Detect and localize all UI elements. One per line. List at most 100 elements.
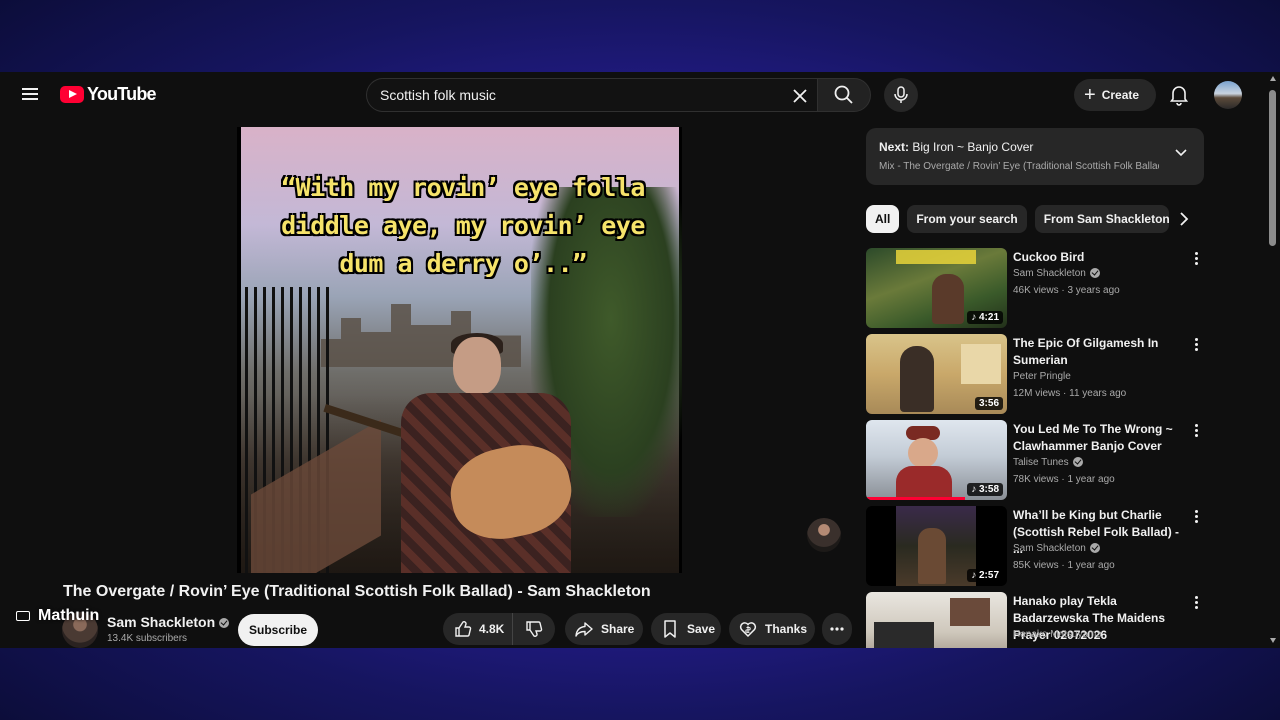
duration-text: 2:57 bbox=[978, 570, 999, 581]
tv-icon bbox=[16, 611, 30, 621]
recommendation-meta: 46K views · 3 years ago bbox=[1013, 285, 1120, 296]
recommendation-meta: 12M views · 11 years ago bbox=[1013, 388, 1127, 399]
overlay-name: Mathuin bbox=[38, 607, 100, 624]
verified-badge-icon bbox=[1089, 268, 1100, 279]
recommendation-item[interactable]: ♪ 2:57 Wha’ll be King but Charlie (Scott… bbox=[866, 506, 1206, 586]
create-button[interactable]: + Create bbox=[1074, 79, 1156, 111]
like-count: 4.8K bbox=[479, 622, 505, 636]
recommendation-meta: 85K views · 1 year ago bbox=[1013, 560, 1115, 571]
verified-badge-icon bbox=[219, 618, 230, 629]
channel-watermark-avatar[interactable] bbox=[807, 518, 841, 552]
scrollbar-thumb[interactable] bbox=[1269, 90, 1276, 246]
recommendation-channel: Sam Shackleton bbox=[1013, 543, 1100, 554]
recommendation-item[interactable]: ♪ 3:58 You Led Me To The Wrong ~ Clawham… bbox=[866, 420, 1206, 500]
duration-badge: ♪ 3:58 bbox=[967, 483, 1003, 496]
create-label: Create bbox=[1101, 88, 1140, 102]
performer-head bbox=[453, 337, 501, 395]
video-title: The Overgate / Rovin’ Eye (Traditional S… bbox=[63, 583, 651, 600]
logo-text: YouTube bbox=[87, 84, 157, 104]
bookmark-icon bbox=[664, 620, 676, 638]
plus-icon: + bbox=[1084, 84, 1096, 106]
save-button[interactable]: Save bbox=[651, 613, 721, 645]
verified-badge-icon bbox=[1072, 457, 1083, 468]
lyrics-caption: “With my rovin’ eye folla diddle aye, my… bbox=[281, 173, 645, 278]
recommendation-item[interactable]: ♪ 4:21 Cuckoo Bird Sam Shackleton 46K vi… bbox=[866, 248, 1206, 328]
like-button[interactable]: 4.8K bbox=[443, 613, 513, 645]
subscribe-button[interactable]: Subscribe bbox=[238, 614, 318, 646]
voice-search-button[interactable] bbox=[884, 78, 918, 112]
menu-icon[interactable] bbox=[18, 83, 42, 107]
thanks-label: Thanks bbox=[765, 622, 808, 636]
up-next-panel[interactable]: Next: Big Iron ~ Banjo Cover Mix - The O… bbox=[866, 128, 1204, 185]
notifications-bell-icon[interactable] bbox=[1166, 82, 1192, 108]
search-button[interactable] bbox=[817, 78, 871, 112]
chip-all[interactable]: All bbox=[866, 205, 900, 233]
youtube-logo[interactable]: YouTube bbox=[60, 84, 157, 105]
thumbs-down-icon bbox=[526, 621, 543, 637]
vertical-dots-icon[interactable] bbox=[1191, 250, 1201, 270]
duration-badge: ♪ 4:21 bbox=[967, 311, 1003, 324]
duration-text: 3:56 bbox=[978, 398, 999, 409]
recommendation-item[interactable]: 3:56 The Epic Of Gilgamesh In Sumerian P… bbox=[866, 334, 1206, 414]
chip-from-channel[interactable]: From Sam Shackleton bbox=[1034, 205, 1169, 233]
filter-chips: All From your search From Sam Shackleton bbox=[866, 205, 1177, 233]
thumbnail-figure bbox=[896, 466, 952, 500]
duration-badge: ♪ 2:57 bbox=[967, 569, 1003, 582]
scroll-up-arrow-icon[interactable] bbox=[1270, 76, 1276, 81]
recommendation-channel: Sam Shackleton bbox=[1013, 268, 1100, 279]
vertical-dots-icon[interactable] bbox=[1191, 422, 1201, 442]
scroll-down-arrow-icon[interactable] bbox=[1270, 638, 1276, 643]
recommendation-channel: Peter Pringle bbox=[1013, 371, 1071, 382]
thumbnail-wall bbox=[961, 344, 1001, 384]
save-label: Save bbox=[687, 622, 716, 636]
video-thumbnail: 3:56 bbox=[866, 334, 1007, 414]
scrollbar[interactable] bbox=[1266, 72, 1280, 648]
more-actions-button[interactable] bbox=[822, 613, 852, 645]
search-input[interactable] bbox=[367, 87, 777, 103]
thumbnail-figure bbox=[918, 528, 946, 584]
youtube-play-icon bbox=[60, 86, 84, 103]
subscriber-count: 13.4K subscribers bbox=[107, 633, 188, 644]
vertical-dots-icon[interactable] bbox=[1191, 336, 1201, 356]
watch-progress-bar bbox=[866, 497, 965, 500]
vertical-dots-icon[interactable] bbox=[1191, 594, 1201, 614]
chevron-right-icon[interactable] bbox=[1172, 207, 1196, 231]
video-player[interactable]: “With my rovin’ eye folla diddle aye, my… bbox=[237, 127, 682, 573]
heart-dollar-icon bbox=[739, 622, 757, 638]
thumbnail-figure bbox=[932, 274, 964, 324]
account-avatar[interactable] bbox=[1214, 81, 1242, 109]
recommendation-channel: Hanako Matsuyama bbox=[1013, 629, 1102, 640]
top-bar: YouTube + Create bbox=[0, 72, 1280, 118]
microphone-icon bbox=[894, 86, 908, 103]
verified-badge-icon bbox=[1089, 543, 1100, 554]
dislike-button[interactable] bbox=[513, 619, 555, 639]
recommendation-item[interactable]: Hanako play Tekla Badarzewska The Maiden… bbox=[866, 592, 1206, 648]
thumbnail-piano bbox=[874, 622, 934, 648]
thumbnail-figure bbox=[900, 346, 934, 412]
thumbnail-face bbox=[908, 438, 938, 468]
like-dislike-group: 4.8K bbox=[443, 613, 555, 645]
next-label: Next: bbox=[879, 140, 910, 154]
share-arrow-icon bbox=[575, 622, 593, 637]
vertical-dots-icon[interactable] bbox=[1191, 508, 1201, 528]
duration-text: 3:58 bbox=[978, 484, 999, 495]
thanks-button[interactable]: Thanks bbox=[729, 613, 815, 645]
channel-text: Sam Shackleton bbox=[1013, 268, 1086, 279]
recommendation-title: You Led Me To The Wrong ~ Clawhammer Ban… bbox=[1013, 422, 1173, 453]
share-button[interactable]: Share bbox=[565, 613, 643, 645]
next-mix-subtitle: Mix - The Overgate / Rovin’ Eye (Traditi… bbox=[879, 161, 1159, 172]
chevron-down-icon[interactable] bbox=[1174, 146, 1188, 160]
next-video-title: Big Iron ~ Banjo Cover bbox=[912, 140, 1034, 154]
clear-search-icon[interactable] bbox=[789, 85, 811, 107]
recommendation-channel: Talise Tunes bbox=[1013, 457, 1083, 468]
video-thumbnail: ♪ 2:57 bbox=[866, 506, 1007, 586]
chip-from-your-search[interactable]: From your search bbox=[907, 205, 1027, 233]
video-thumbnail: ♪ 3:58 bbox=[866, 420, 1007, 500]
channel-owner: Sam Shackleton 13.4K subscribers Subscri… bbox=[62, 612, 442, 648]
next-title-row: Next: Big Iron ~ Banjo Cover bbox=[879, 140, 1033, 154]
channel-name-link[interactable]: Sam Shackleton bbox=[107, 614, 230, 630]
thumbs-up-icon bbox=[455, 621, 472, 637]
channel-text: Sam Shackleton bbox=[1013, 543, 1086, 554]
channel-name: Sam Shackleton bbox=[107, 614, 216, 630]
recommendation-title: Cuckoo Bird bbox=[1013, 250, 1085, 264]
